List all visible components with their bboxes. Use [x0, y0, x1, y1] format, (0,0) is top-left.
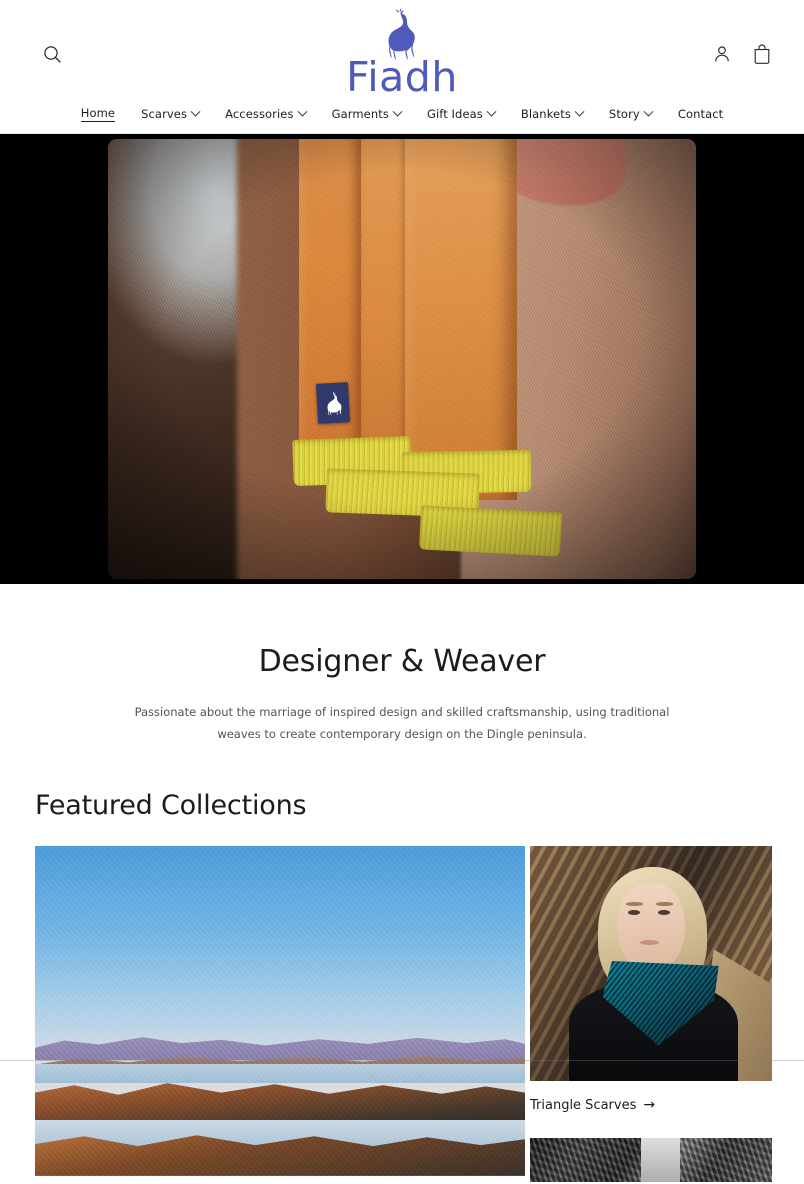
chevron-down-icon: [190, 106, 201, 117]
collection-card[interactable]: [35, 845, 525, 1182]
nav-item-label: Story: [608, 107, 640, 121]
intro-section: Designer & Weaver Passionate about the m…: [0, 584, 804, 746]
nav-item-label: Scarves: [141, 107, 188, 121]
nav-item-label: Blankets: [520, 107, 571, 121]
hero-video[interactable]: [108, 139, 696, 579]
portrait-eyebrow-left: [625, 902, 643, 906]
chevron-down-icon: [486, 106, 497, 117]
nav-item-scarves[interactable]: Scarves: [128, 103, 212, 125]
site-header: Fiadh: [0, 0, 804, 97]
collection-card[interactable]: [530, 1137, 772, 1182]
nav-item-label: Gift Ideas: [426, 107, 483, 121]
portrait-eyebrow-right: [655, 902, 673, 906]
nav-item-gift-ideas[interactable]: Gift Ideas: [414, 103, 508, 125]
collection-card[interactable]: Triangle Scarves →: [530, 845, 772, 1127]
logo-wordmark: Fiadh: [346, 53, 458, 101]
featured-collections-section: Featured Collections Triangle Scarves →: [0, 746, 804, 1182]
chevron-down-icon: [574, 106, 585, 117]
shopping-bag-icon[interactable]: [750, 42, 774, 66]
nav-item-story[interactable]: Story: [596, 103, 665, 125]
nav-item-contact[interactable]: Contact: [665, 103, 736, 125]
chevron-down-icon: [297, 106, 308, 117]
chevron-down-icon: [643, 106, 654, 117]
account-person-icon[interactable]: [710, 42, 734, 66]
page-title: Designer & Weaver: [258, 644, 546, 679]
chevron-down-icon: [392, 106, 403, 117]
nav-item-label: Home: [80, 106, 116, 122]
collection-card-grid: Triangle Scarves →: [35, 845, 804, 1182]
nav-item-blankets[interactable]: Blankets: [508, 103, 596, 125]
collection-link-triangle-scarves[interactable]: Triangle Scarves →: [530, 1081, 772, 1127]
nav-item-label: Contact: [677, 107, 724, 121]
nav-item-accessories[interactable]: Accessories: [212, 103, 319, 125]
hero-vignette: [108, 139, 696, 579]
bw-photo-figure: [641, 1137, 681, 1182]
nav-item-garments[interactable]: Garments: [319, 103, 414, 125]
landscape-texture: [35, 845, 525, 1176]
nav-item-label: Accessories: [225, 107, 294, 121]
intro-paragraph: Passionate about the marriage of inspire…: [134, 705, 670, 742]
section-title: Featured Collections: [35, 789, 307, 821]
portrait-face: [617, 883, 685, 973]
site-logo[interactable]: Fiadh: [0, 8, 804, 97]
collection-image-bw-partial[interactable]: [530, 1137, 772, 1182]
collection-card-column: Triangle Scarves →: [530, 845, 772, 1182]
hero-banner[interactable]: [0, 134, 804, 584]
collection-link-label: Triangle Scarves: [530, 1097, 637, 1113]
arrow-right-icon: →: [643, 1097, 656, 1114]
collection-image-landscape[interactable]: [35, 845, 525, 1176]
nav-item-home[interactable]: Home: [68, 102, 128, 126]
nav-item-label: Garments: [331, 107, 389, 121]
header-right-group: [710, 42, 774, 66]
collection-image-triangle-scarves[interactable]: [530, 845, 772, 1081]
